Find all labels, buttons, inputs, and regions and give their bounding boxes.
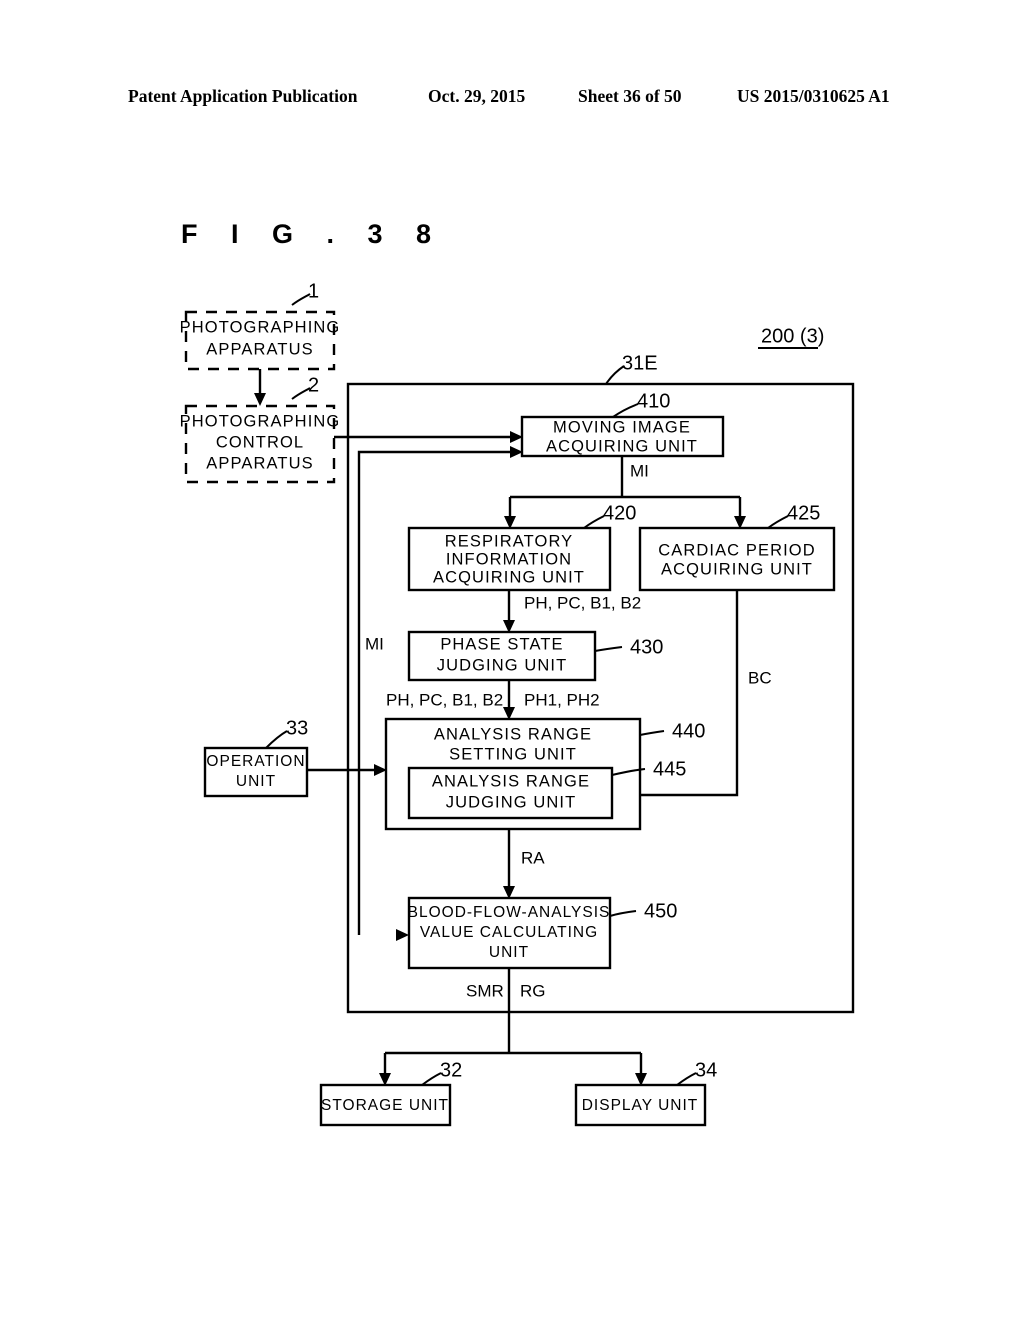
arrowhead-mi-to-blood-flow xyxy=(396,929,409,941)
phase-state-label-line1: PHASE STATE xyxy=(440,635,563,653)
respiratory-label-line2: INFORMATION xyxy=(446,550,572,568)
photographing-control-apparatus-ref: 2 xyxy=(308,374,319,396)
signal-label-ph-pc-b1-b2-left: PH, PC, B1, B2 xyxy=(386,690,503,709)
cardiac-ref-leader xyxy=(767,515,789,529)
analysis-range-judging-label-line2: JUDGING UNIT xyxy=(446,793,577,811)
storage-unit-ref: 32 xyxy=(440,1059,462,1081)
respiratory-ref: 420 xyxy=(603,502,636,524)
system-label: 200 (3) xyxy=(761,325,824,347)
respiratory-label-line1: RESPIRATORY xyxy=(445,532,574,550)
controller-ref-31e: 31E xyxy=(622,352,658,374)
patent-drawing-page: Patent Application Publication Oct. 29, … xyxy=(0,0,1024,1320)
block-diagram: 200 (3) PHOTOGRAPHING APPARATUS 1 PHOTOG… xyxy=(180,280,855,1127)
signal-label-ph-pc-b1-b2-top: PH, PC, B1, B2 xyxy=(524,593,641,612)
blood-flow-label-line2: VALUE CALCULATING xyxy=(420,924,598,941)
analysis-range-setting-ref: 440 xyxy=(672,720,705,742)
phase-state-label-line2: JUDGING UNIT xyxy=(437,656,568,674)
phase-state-ref-leader xyxy=(594,646,623,652)
signal-label-smr: SMR xyxy=(466,981,504,1000)
cardiac-label-line1: CARDIAC PERIOD xyxy=(658,541,816,559)
analysis-range-judging-ref: 445 xyxy=(653,758,686,780)
signal-label-bc: BC xyxy=(748,668,772,687)
phase-state-ref: 430 xyxy=(630,636,663,658)
operation-unit-ref: 33 xyxy=(286,717,308,739)
photographing-control-apparatus-label-line3: APPARATUS xyxy=(206,454,313,472)
signal-label-mi-top: MI xyxy=(630,461,649,480)
operation-unit-ref-leader xyxy=(265,730,288,749)
signal-label-ph1-ph2: PH1, PH2 xyxy=(524,690,600,709)
operation-unit-label-line1: OPERATION xyxy=(206,753,305,770)
blood-flow-label-line3: UNIT xyxy=(489,944,529,961)
cardiac-label-line2: ACQUIRING UNIT xyxy=(661,560,813,578)
moving-image-acquiring-unit-ref: 410 xyxy=(637,390,670,412)
signal-label-rg: RG xyxy=(520,981,546,1000)
photographing-apparatus-label-line2: APPARATUS xyxy=(206,340,313,358)
storage-unit-label: STORAGE UNIT xyxy=(321,1097,449,1114)
moving-image-acquiring-unit-label-line2: ACQUIRING UNIT xyxy=(546,437,698,455)
analysis-range-setting-label-line2: SETTING UNIT xyxy=(449,745,577,763)
moving-image-ref-leader xyxy=(612,403,639,418)
storage-unit-ref-leader xyxy=(421,1072,442,1086)
blood-flow-ref: 450 xyxy=(644,900,677,922)
display-unit-ref: 34 xyxy=(695,1059,717,1081)
arrowhead-apparatus-to-control xyxy=(254,393,266,406)
display-unit-ref-leader xyxy=(676,1072,697,1086)
cardiac-ref: 425 xyxy=(787,502,820,524)
signal-label-ra: RA xyxy=(521,848,545,867)
photographing-control-apparatus-label-line1: PHOTOGRAPHING xyxy=(180,412,341,430)
analysis-range-setting-label-line1: ANALYSIS RANGE xyxy=(434,725,592,743)
signal-label-mi-left: MI xyxy=(365,634,384,653)
analysis-range-setting-ref-leader xyxy=(639,730,665,736)
blood-flow-label-line1: BLOOD-FLOW-ANALYSIS xyxy=(408,904,611,921)
analysis-range-judging-label-line1: ANALYSIS RANGE xyxy=(432,772,590,790)
blood-flow-ref-leader xyxy=(609,910,637,917)
operation-unit-label-line2: UNIT xyxy=(236,773,276,790)
moving-image-acquiring-unit-label-line1: MOVING IMAGE xyxy=(553,418,691,436)
respiratory-label-line3: ACQUIRING UNIT xyxy=(433,568,585,586)
respiratory-ref-leader xyxy=(583,515,605,529)
photographing-control-apparatus-label-line2: CONTROL xyxy=(216,433,304,451)
output-distribution-bus xyxy=(383,968,643,1078)
photographing-apparatus-label-line1: PHOTOGRAPHING xyxy=(180,318,341,336)
display-unit-label: DISPLAY UNIT xyxy=(582,1097,699,1114)
photographing-apparatus-ref: 1 xyxy=(308,280,319,302)
